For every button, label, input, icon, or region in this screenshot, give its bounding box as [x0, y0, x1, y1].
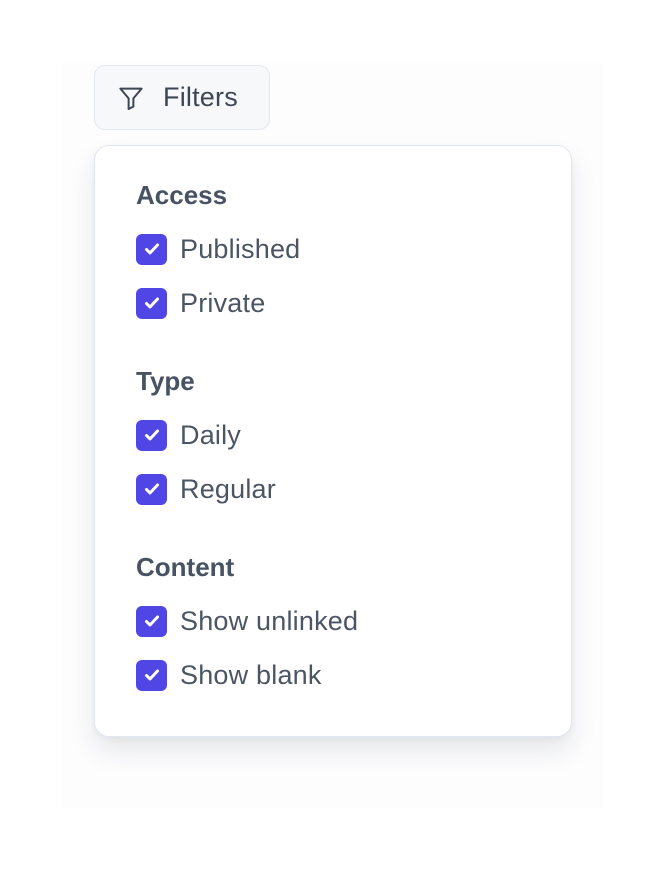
- option-regular[interactable]: Regular: [136, 473, 276, 505]
- filter-group-access: Access Published Private: [136, 179, 300, 319]
- checkbox-checked[interactable]: [136, 659, 167, 691]
- checkmark-icon: [144, 669, 159, 681]
- checkbox-checked[interactable]: [136, 473, 167, 505]
- filter-group-content: Content Show unlinked Show blank: [136, 551, 358, 691]
- checkmark-icon: [144, 243, 159, 255]
- option-label: Daily: [180, 419, 242, 450]
- group-heading: Access: [136, 180, 228, 210]
- option-show-blank[interactable]: Show blank: [136, 659, 358, 691]
- funnel-icon: [116, 83, 146, 113]
- checkbox-checked[interactable]: [136, 605, 167, 637]
- option-label: Private: [180, 287, 266, 318]
- checkmark-icon: [144, 297, 159, 309]
- filters-button-label: Filters: [163, 82, 238, 112]
- option-private[interactable]: Private: [136, 287, 300, 319]
- option-published[interactable]: Published: [136, 233, 300, 265]
- checkmark-icon: [144, 429, 159, 441]
- option-daily[interactable]: Daily: [136, 419, 276, 451]
- filters-dropdown-panel: Access Published Private Type Daily Regu…: [94, 145, 572, 737]
- option-label: Show unlinked: [180, 605, 359, 636]
- group-heading: Content: [136, 552, 235, 582]
- option-label: Published: [180, 233, 301, 264]
- filters-button[interactable]: Filters: [94, 65, 270, 130]
- option-show-unlinked[interactable]: Show unlinked: [136, 605, 358, 637]
- checkmark-icon: [144, 615, 159, 627]
- page: Filters Access Published Private Type Da…: [0, 0, 667, 872]
- checkbox-checked[interactable]: [136, 233, 167, 265]
- filter-group-type: Type Daily Regular: [136, 365, 276, 505]
- option-label: Regular: [180, 473, 276, 504]
- group-heading: Type: [136, 366, 195, 396]
- checkbox-checked[interactable]: [136, 419, 167, 451]
- option-label: Show blank: [180, 659, 322, 690]
- checkbox-checked[interactable]: [136, 287, 167, 319]
- checkmark-icon: [144, 483, 159, 495]
